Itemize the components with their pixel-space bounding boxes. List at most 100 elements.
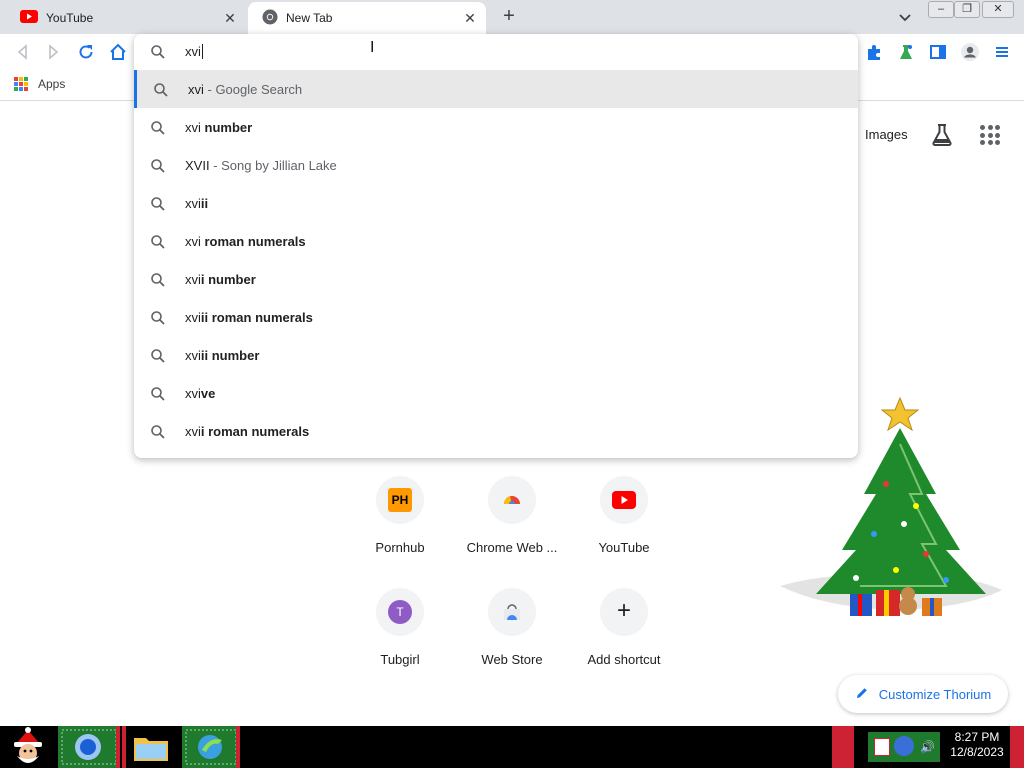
suggestion-text: xvii number — [185, 272, 256, 287]
shortcut-label: Web Store — [481, 652, 543, 667]
close-tab-icon[interactable]: ✕ — [462, 10, 478, 26]
shortcut-label: YouTube — [598, 540, 650, 555]
suggestion-text: xviii number — [185, 348, 259, 363]
taskbar-clock[interactable]: 8:27 PM 12/8/2023 — [944, 730, 1010, 760]
suggestion-completion-part: ii roman numerals — [200, 309, 313, 325]
extensions-puzzle-icon[interactable] — [864, 42, 884, 62]
omnibox-dropdown: xvi I xvi - Google Search xvi number XVII … — [134, 34, 858, 458]
suggestion-text: xvi - Google Search — [188, 82, 302, 97]
taskbar-show-hidden-button[interactable] — [832, 726, 854, 768]
taskbar-file-explorer-button[interactable] — [122, 726, 180, 768]
suggestion-completion-part: number — [204, 119, 253, 135]
suggestion-item[interactable]: xvii number — [134, 260, 858, 298]
suggestion-text: xvi roman numerals — [185, 234, 306, 249]
search-icon — [150, 310, 166, 329]
tubgirl-letter: T — [388, 600, 412, 624]
reload-icon[interactable] — [76, 42, 96, 62]
profile-avatar-icon[interactable] — [960, 42, 980, 62]
home-icon[interactable] — [108, 42, 128, 62]
close-tab-icon[interactable]: ✕ — [222, 10, 238, 26]
search-icon — [150, 272, 166, 291]
tab-search-chevron-icon[interactable] — [896, 8, 914, 26]
window-maximize-button[interactable]: ❐ — [954, 1, 980, 18]
customize-button[interactable]: Customize Thorium — [838, 675, 1008, 713]
suggestion-item[interactable]: xvive — [134, 374, 858, 412]
suggestion-item[interactable]: xvii roman numerals — [134, 412, 858, 450]
suggestion-typed-part: xvi — [185, 385, 201, 401]
suggestion-item[interactable]: xvi roman numerals — [134, 222, 858, 260]
window-minimize-button[interactable]: ‒ — [928, 1, 954, 18]
search-icon — [150, 386, 166, 405]
plus-glyph: + — [616, 597, 631, 624]
search-icon — [150, 348, 166, 367]
tray-network-icon[interactable] — [894, 736, 914, 756]
menu-lines-icon[interactable] — [992, 42, 1012, 62]
images-link[interactable]: Images — [865, 127, 908, 142]
search-icon — [150, 424, 166, 443]
suggestion-completion-part: roman numerals — [204, 233, 306, 249]
shortcut-tubgirl[interactable]: T Tubgirl — [344, 588, 456, 667]
youtube-icon — [600, 476, 648, 524]
taskbar-browser-button[interactable] — [58, 726, 120, 768]
shortcut-label: Add shortcut — [587, 652, 661, 667]
suggestion-item[interactable]: xviii — [134, 184, 858, 222]
search-icon — [150, 120, 166, 139]
tab-strip: YouTube ✕ New Tab ✕ + ‒ ❐ ✕ — [0, 0, 1024, 34]
shortcut-youtube[interactable]: YouTube — [568, 476, 680, 555]
suggestion-item[interactable]: xvi - Google Search — [134, 70, 858, 108]
tubgirl-letter-icon: T — [376, 588, 424, 636]
suggestion-text: xviii roman numerals — [185, 310, 313, 325]
window-close-button[interactable]: ✕ — [982, 1, 1014, 18]
volume-icon[interactable]: 🔊 — [920, 740, 935, 754]
pornhub-logo-text: PH — [388, 488, 412, 512]
shortcut-label: Tubgirl — [380, 652, 420, 667]
suggestion-completion-part: i number — [200, 271, 256, 287]
apps-shortcut[interactable]: Apps — [14, 77, 65, 91]
tab-new-tab[interactable]: New Tab ✕ — [248, 2, 486, 34]
clock-date: 12/8/2023 — [950, 745, 1004, 759]
tray-app-icon[interactable] — [874, 738, 890, 756]
omnibox-input[interactable]: xvi — [134, 34, 858, 70]
suggestion-text: xvi number — [185, 120, 252, 135]
suggestion-typed-part: xvi — [185, 119, 205, 135]
google-apps-grid-icon[interactable] — [980, 125, 1000, 145]
suggestion-text: xvii roman numerals — [185, 424, 309, 439]
youtube-favicon-icon — [20, 10, 38, 26]
forward-arrow-icon[interactable] — [44, 42, 64, 62]
search-icon — [150, 44, 166, 63]
suggestion-completion-part: ve — [200, 385, 216, 401]
tab-youtube[interactable]: YouTube ✕ — [6, 2, 246, 34]
system-tray: 🔊 — [868, 732, 940, 762]
web-store-bag-icon — [488, 588, 536, 636]
mouse-ibeam-cursor-icon: I — [370, 39, 375, 56]
lab-flask-green-icon[interactable] — [896, 42, 916, 62]
back-arrow-icon[interactable] — [12, 42, 32, 62]
suggestion-typed-part: xvi — [185, 271, 201, 287]
plus-icon: + — [600, 588, 648, 636]
taskbar-download-manager-button[interactable] — [182, 726, 240, 768]
suggestion-item[interactable]: XVII - Song by Jillian Lake — [134, 146, 858, 184]
suggestion-typed-part: xvi — [185, 347, 201, 363]
omnibox-value: xvi — [185, 44, 201, 59]
shortcut-label: Pornhub — [375, 540, 425, 555]
new-tab-button[interactable]: + — [498, 6, 520, 28]
side-panel-icon[interactable] — [928, 42, 948, 62]
chrome-favicon-icon — [262, 9, 278, 28]
show-desktop-button[interactable] — [1010, 726, 1024, 768]
pornhub-icon: PH — [376, 476, 424, 524]
suggestion-completion-part: ii number — [200, 347, 260, 363]
shortcut-pornhub[interactable]: PH Pornhub — [344, 476, 456, 555]
labs-flask-icon[interactable] — [931, 123, 953, 150]
shortcut-web-store[interactable]: Web Store — [456, 588, 568, 667]
suggestion-item[interactable]: xviii number — [134, 336, 858, 374]
add-shortcut-button[interactable]: + Add shortcut — [568, 588, 680, 667]
suggestion-typed-part: xvi — [185, 423, 201, 439]
suggestion-item[interactable]: xvi number — [134, 108, 858, 146]
tab-title: YouTube — [46, 11, 94, 25]
shortcut-chrome-web-store[interactable]: Chrome Web ... — [456, 476, 568, 555]
suggestion-typed-part: xvi — [185, 233, 205, 249]
start-santa-button[interactable] — [0, 726, 56, 768]
suggestion-typed-part: xvi — [185, 195, 201, 211]
suggestion-item[interactable]: xviii roman numerals — [134, 298, 858, 336]
suggestion-typed-part: XVII — [185, 157, 210, 173]
